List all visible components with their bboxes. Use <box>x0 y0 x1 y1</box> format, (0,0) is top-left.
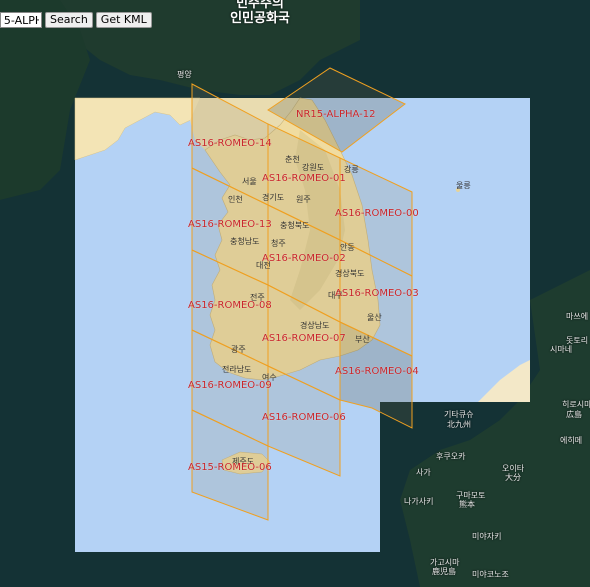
map-canvas[interactable]: 민주주의 인민공화국 평양 서울 인천 춘천 강원도 강릉 원주 경기도 청주 충청북도 충청남도 대… <box>0 0 590 587</box>
place-label: 미야자키 <box>472 532 502 541</box>
tile-label-AS16-ROMEO-03[interactable]: AS16-ROMEO-03 <box>335 288 419 299</box>
place-label: 기타큐슈 <box>444 410 474 419</box>
tile-label-AS16-ROMEO-06[interactable]: AS16-ROMEO-06 <box>262 412 346 423</box>
tile-label-AS16-ROMEO-04[interactable]: AS16-ROMEO-04 <box>335 366 419 377</box>
place-label: 울릉 <box>456 181 471 190</box>
place-label: 가고시마 <box>430 558 460 567</box>
map-svg[interactable] <box>0 0 590 587</box>
place-label: 구마모토 <box>456 491 486 500</box>
place-label: 평양 <box>177 70 192 79</box>
tile-label-AS16-ROMEO-08[interactable]: AS16-ROMEO-08 <box>188 300 272 311</box>
tile-label-AS16-ROMEO-00[interactable]: AS16-ROMEO-00 <box>335 208 419 219</box>
search-toolbar: Search Get KML <box>0 12 152 28</box>
place-label: 부산 <box>355 335 370 344</box>
place-label: 오이타 <box>502 464 525 473</box>
tile-label-AS16-ROMEO-07[interactable]: AS16-ROMEO-07 <box>262 333 346 344</box>
place-label: 후쿠오카 <box>436 452 466 461</box>
place-label: 충청북도 <box>280 221 310 230</box>
tile-label-AS16-ROMEO-13[interactable]: AS16-ROMEO-13 <box>188 219 272 230</box>
place-label: 강릉 <box>344 165 359 174</box>
country-title-line2: 인민공화국 <box>230 11 290 26</box>
place-label: 인천 <box>228 195 243 204</box>
place-label: 청주 <box>271 239 286 248</box>
place-label: 울산 <box>367 313 382 322</box>
place-label: 광주 <box>231 345 246 354</box>
place-label: 広島 <box>566 410 582 419</box>
country-title: 민주주의 인민공화국 <box>205 0 315 26</box>
place-label: 미야코노조 <box>472 570 509 579</box>
place-label: 사가 <box>416 468 431 477</box>
place-label: 충청남도 <box>230 237 260 246</box>
place-label: 北九州 <box>447 420 471 429</box>
place-label: 마쓰에 <box>566 312 589 321</box>
place-label: 원주 <box>296 195 311 204</box>
place-label: 전라남도 <box>222 365 252 374</box>
place-label: 히로시마 <box>562 400 590 409</box>
place-label: 에히메 <box>560 436 583 445</box>
search-button[interactable]: Search <box>45 12 93 28</box>
place-label: 나가사키 <box>404 497 434 506</box>
tile-label-AS15-ROMEO-06[interactable]: AS15-ROMEO-06 <box>188 462 272 473</box>
place-label: 경기도 <box>262 193 285 202</box>
tile-label-NR15-ALPHA-12[interactable]: NR15-ALPHA-12 <box>296 109 375 120</box>
search-input[interactable] <box>0 12 42 28</box>
place-label: 시마네 <box>550 345 573 354</box>
get-kml-button[interactable]: Get KML <box>95 12 152 28</box>
place-label: 서울 <box>242 177 257 186</box>
tile-label-AS16-ROMEO-01[interactable]: AS16-ROMEO-01 <box>262 173 346 184</box>
place-label: 경상북도 <box>335 269 365 278</box>
country-title-line1: 민주주의 <box>236 0 284 11</box>
place-label: 안동 <box>340 243 355 252</box>
tile-label-AS16-ROMEO-02[interactable]: AS16-ROMEO-02 <box>262 253 346 264</box>
place-label: 돗토리 <box>566 336 589 345</box>
place-label: 鹿児島 <box>432 567 456 576</box>
place-label: 大分 <box>505 473 521 482</box>
place-label: 강원도 <box>302 163 325 172</box>
tile-label-AS16-ROMEO-14[interactable]: AS16-ROMEO-14 <box>188 138 272 149</box>
tile-label-AS16-ROMEO-09[interactable]: AS16-ROMEO-09 <box>188 380 272 391</box>
place-label: 熊本 <box>459 500 475 509</box>
place-label: 춘천 <box>285 155 300 164</box>
place-label: 경상남도 <box>300 321 330 330</box>
